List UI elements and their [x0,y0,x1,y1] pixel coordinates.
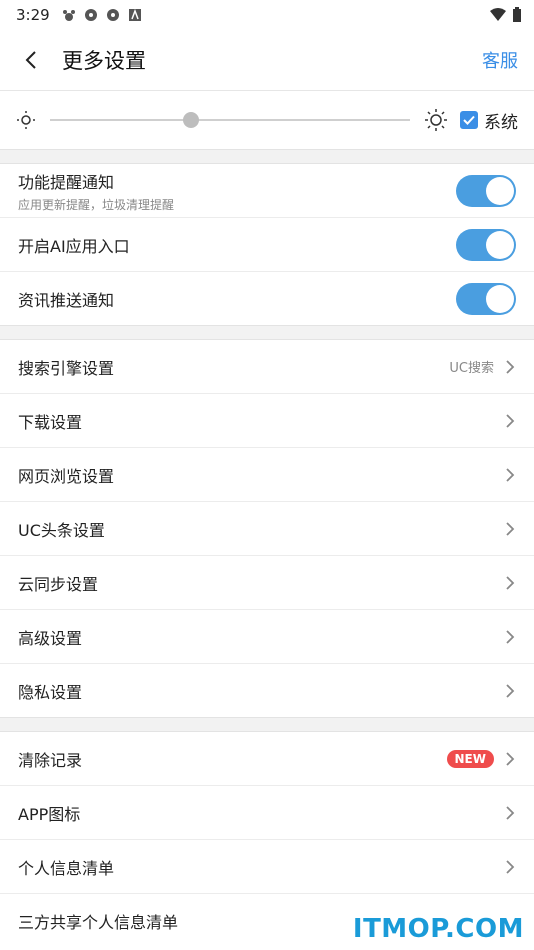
settings-item-search-engine[interactable]: 搜索引擎设置 UC搜索 [0,340,534,394]
sun-large-icon [425,109,447,131]
status-bar: 3:29 [0,0,534,30]
settings-label: UC头条设置 [18,520,105,540]
brightness-control: 系统 [0,90,534,149]
system-brightness-checkbox[interactable] [460,111,478,129]
settings-item-clear-records[interactable]: 清除记录 NEW [0,732,534,786]
settings-item-uc-headline[interactable]: UC头条设置 [0,502,534,556]
status-time: 3:29 [16,6,50,24]
settings-label: 个人信息清单 [18,858,115,878]
toggle-row-feature-notify: 功能提醒通知 应用更新提醒，垃圾清理提醒 [0,164,534,218]
ai-entry-toggle[interactable] [456,228,516,261]
watermark: ITMOP.COM [352,914,524,944]
aperture-icon [84,9,97,21]
settings-item-personal-info[interactable]: 个人信息清单 [0,840,534,894]
settings-item-advanced[interactable]: 高级设置 [0,610,534,664]
battery-icon [513,7,521,22]
app-a-icon [128,8,141,21]
customer-service-link[interactable]: 客服 [482,47,518,73]
toggle-row-ai-entry: 开启AI应用入口 [0,218,534,272]
chevron-right-icon [506,575,515,590]
chevron-right-icon [506,413,515,428]
brightness-slider[interactable] [50,112,410,128]
notification-icons [62,8,142,22]
chevron-right-icon [506,521,515,536]
settings-label: 高级设置 [18,628,83,648]
chevron-right-icon [506,359,515,374]
wifi-icon [490,8,506,21]
toggle-sublabel: 应用更新提醒，垃圾清理提醒 [18,197,175,212]
settings-item-browsing[interactable]: 网页浏览设置 [0,448,534,502]
news-push-toggle[interactable] [456,282,516,315]
settings-label: APP图标 [18,804,81,824]
status-right [490,7,522,23]
section-divider [0,325,534,340]
chevron-right-icon [506,751,515,766]
toggle-label: 功能提醒通知 [18,172,115,192]
back-button[interactable] [16,45,46,75]
settings-label: 下载设置 [18,412,83,432]
chevron-left-icon [25,51,36,69]
settings-label: 搜索引擎设置 [18,358,115,378]
header: 更多设置 客服 [0,30,534,90]
chevron-right-icon [506,629,515,644]
toggle-label: 资讯推送通知 [18,290,115,310]
chevron-right-icon [506,467,515,482]
settings-label: 三方共享个人信息清单 [18,912,179,932]
check-icon [463,115,475,125]
system-label: 系统 [484,112,518,133]
chevron-right-icon [506,805,515,820]
toggle-row-news-push: 资讯推送通知 [0,272,534,325]
settings-item-app-icon[interactable]: APP图标 [0,786,534,840]
new-badge: NEW [446,749,494,768]
section-divider [0,717,534,732]
settings-label: 清除记录 [18,750,83,770]
sun-small-icon [17,111,35,129]
settings-label: 云同步设置 [18,574,99,594]
aperture-icon [106,9,119,21]
paw-icon [62,10,75,21]
chevron-right-icon [506,683,515,698]
settings-item-cloud-sync[interactable]: 云同步设置 [0,556,534,610]
section-divider [0,149,534,164]
settings-label: 网页浏览设置 [18,466,115,486]
toggle-label: 开启AI应用入口 [18,236,130,256]
feature-notify-toggle[interactable] [456,174,516,207]
slider-thumb[interactable] [183,112,200,128]
settings-label: 隐私设置 [18,682,83,702]
settings-item-download[interactable]: 下载设置 [0,394,534,448]
search-engine-value: UC搜索 [449,361,494,376]
settings-section: 搜索引擎设置 UC搜索 下载设置 网页浏览设置 UC头条设置 云同步设置 高级设… [0,340,534,717]
settings-item-privacy[interactable]: 隐私设置 [0,664,534,717]
page-title: 更多设置 [62,49,146,73]
toggle-section: 功能提醒通知 应用更新提醒，垃圾清理提醒 开启AI应用入口 资讯推送通知 [0,164,534,325]
chevron-right-icon [506,859,515,874]
